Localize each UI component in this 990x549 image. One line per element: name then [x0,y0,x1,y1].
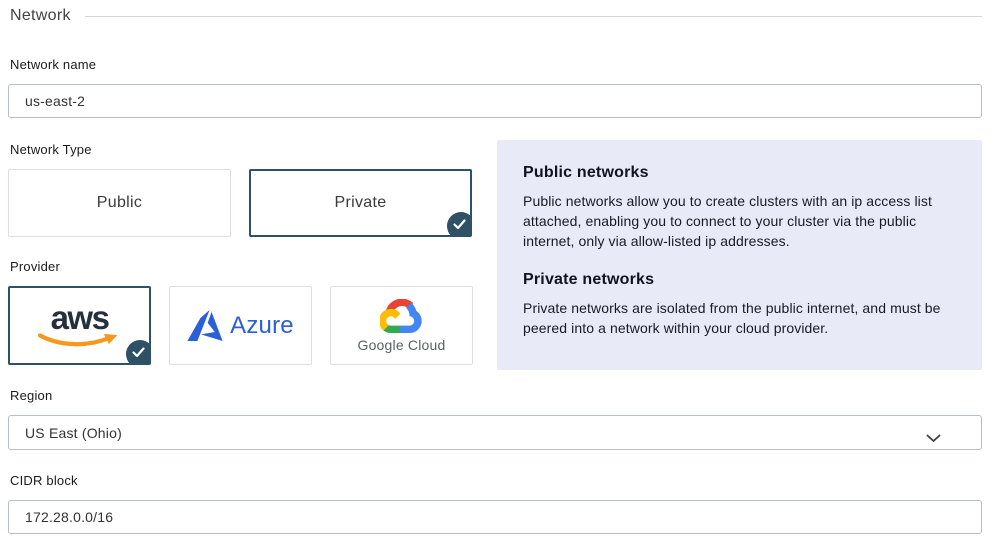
google-cloud-logo-text: Google Cloud [357,337,445,353]
section-divider [85,16,982,17]
aws-smile-icon [36,333,124,350]
page-title: Network [10,7,71,25]
provider-option-aws[interactable]: aws [8,286,151,365]
network-type-option-private[interactable]: Private [249,169,472,237]
check-icon [447,212,472,237]
network-type-option-label: Public [97,194,142,212]
azure-logo-icon: Azure [187,310,294,341]
info-heading: Private networks [523,271,956,289]
region-select[interactable]: US East (Ohio) [8,415,982,450]
aws-logo-text: aws [51,303,109,333]
cidr-group: CIDR block [8,473,982,534]
azure-a-icon [187,310,223,341]
azure-logo-text: Azure [230,312,294,340]
google-cloud-icon [380,299,422,333]
network-info-panel: Public networks Public networks allow yo… [497,140,982,370]
chevron-down-icon [926,430,941,446]
aws-logo-icon: aws [36,303,124,350]
region-group: Region US East (Ohio) [8,388,982,450]
network-type-option-label: Private [335,194,387,212]
info-body: Private networks are isolated from the p… [523,298,956,338]
info-section-private: Private networks Private networks are is… [523,271,956,338]
provider-option-azure[interactable]: Azure [169,286,312,365]
region-label: Region [10,388,982,403]
network-type-option-public[interactable]: Public [8,169,231,237]
region-selected-value: US East (Ohio) [25,425,122,441]
network-form: Network Network name Network Type Public… [0,0,990,549]
network-name-input[interactable] [8,84,982,118]
info-section-public: Public networks Public networks allow yo… [523,164,956,251]
info-body: Public networks allow you to create clus… [523,191,956,251]
check-icon [126,340,151,365]
cidr-input[interactable] [8,500,982,534]
provider-option-google-cloud[interactable]: Google Cloud [330,286,473,365]
info-heading: Public networks [523,164,956,182]
section-header: Network [10,7,982,25]
network-name-label: Network name [10,57,982,72]
network-name-group: Network name [8,57,982,118]
cidr-label: CIDR block [10,473,982,488]
google-cloud-logo-icon: Google Cloud [357,299,445,353]
